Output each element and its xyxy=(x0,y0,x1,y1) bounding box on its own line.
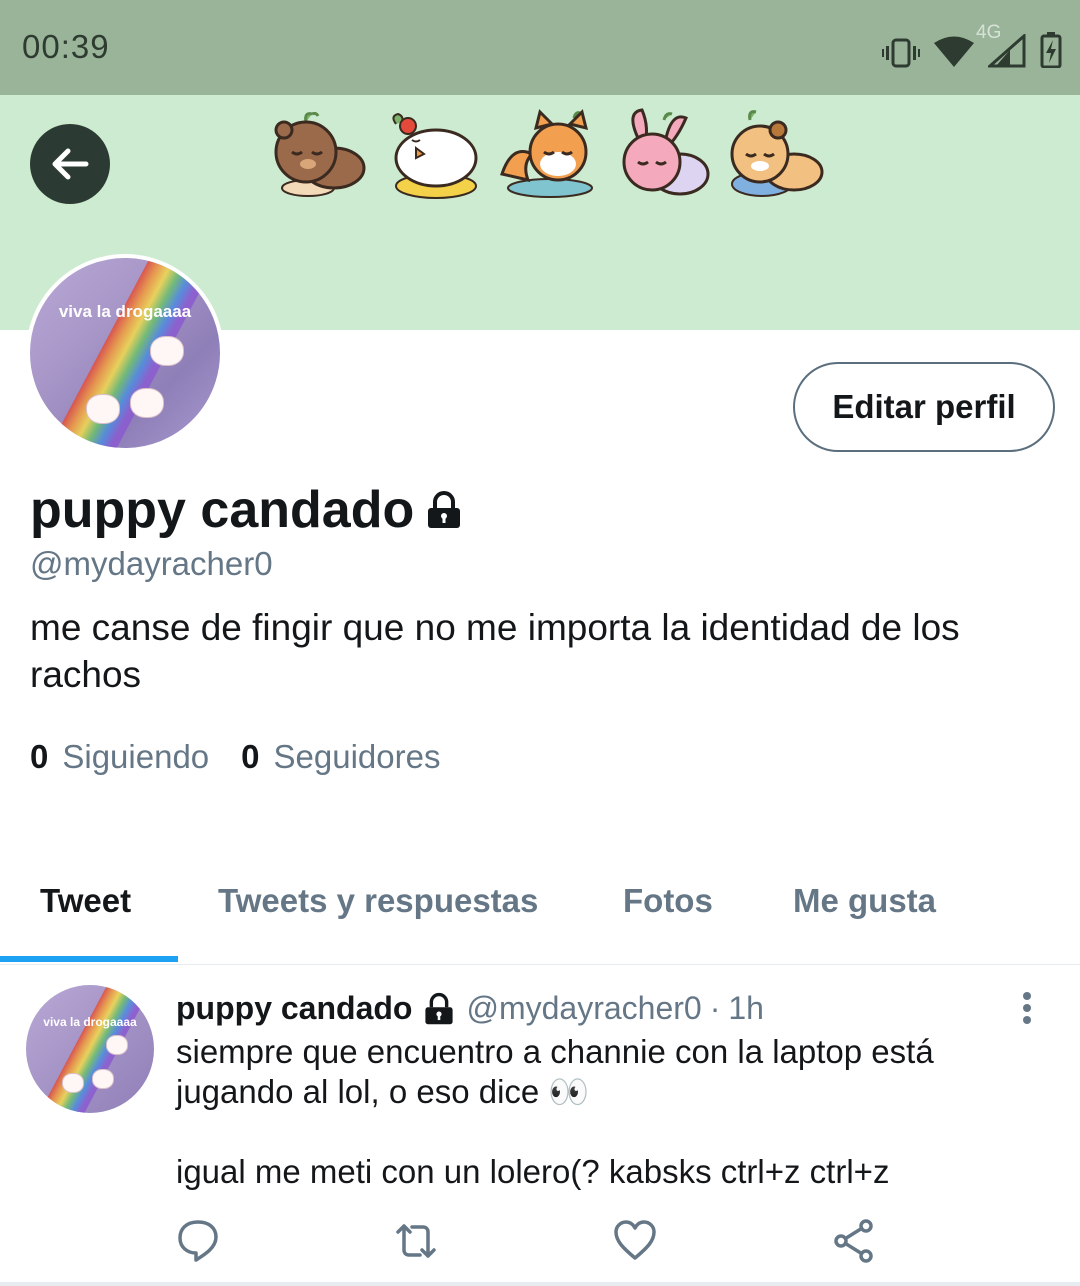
profile-bio: me canse de fingir que no me importa la … xyxy=(30,607,960,695)
sleeping-bear-sticker xyxy=(274,111,366,197)
sleeping-bunny-sticker xyxy=(622,108,710,196)
tweet-avatar[interactable]: viva la drogaaaa xyxy=(26,985,154,1113)
share-icon[interactable] xyxy=(832,1218,876,1264)
following-link[interactable]: 0 Siguiendo xyxy=(30,738,209,776)
followers-label: Seguidores xyxy=(273,738,441,775)
wifi-icon xyxy=(934,36,974,67)
avatar-rainbow xyxy=(26,985,154,1113)
status-bar: 00:39 4G xyxy=(0,0,1080,95)
avatar-kitty xyxy=(62,1073,84,1093)
status-time: 00:39 xyxy=(22,28,110,65)
profile-avatar[interactable]: viva la drogaaaa xyxy=(26,254,224,452)
retweet-icon[interactable] xyxy=(394,1218,438,1264)
avatar-kitty xyxy=(106,1035,128,1055)
edit-profile-button[interactable]: Editar perfil xyxy=(793,362,1055,452)
tweet-text: siempre que encuentro a channie con la l… xyxy=(176,1033,934,1190)
arrow-left-icon xyxy=(52,148,89,180)
banner-stickers xyxy=(268,108,828,200)
avatar-caption: viva la drogaaaa xyxy=(58,302,192,321)
followers-count: 0 xyxy=(241,738,260,775)
tweet-actions xyxy=(0,1218,1080,1268)
status-icons: 4G xyxy=(882,22,1062,68)
tab-tweet[interactable]: Tweet xyxy=(40,882,131,920)
divider xyxy=(0,964,1080,965)
tweet-header: puppy candado @mydayracher0 · 1h xyxy=(176,990,764,1027)
divider xyxy=(0,1282,1080,1286)
tweet-time: 1h xyxy=(728,990,764,1026)
lock-icon xyxy=(425,992,454,1024)
like-icon[interactable] xyxy=(613,1218,657,1264)
lock-icon xyxy=(428,491,461,528)
battery-charging-icon xyxy=(1040,32,1062,68)
back-button[interactable] xyxy=(30,124,110,204)
reply-icon[interactable] xyxy=(176,1218,220,1264)
tweet-separator: · xyxy=(709,990,721,1026)
signal-icon: 4G xyxy=(976,22,1026,68)
tweet-author-handle: @mydayracher0 xyxy=(466,990,702,1026)
more-options-icon[interactable] xyxy=(1012,990,1042,1030)
tweet-author-name[interactable]: puppy candado xyxy=(176,990,412,1027)
avatar-kitty xyxy=(86,394,120,424)
tab-photos[interactable]: Fotos xyxy=(623,882,713,920)
tab-likes[interactable]: Me gusta xyxy=(793,882,936,920)
active-tab-indicator xyxy=(0,956,178,962)
display-name-text: puppy candado xyxy=(30,481,415,539)
avatar-kitty xyxy=(92,1069,114,1089)
profile-tabs: Tweet Tweets y respuestas Fotos Me gusta xyxy=(0,860,1080,964)
avatar-caption: viva la drogaaaa xyxy=(43,1015,137,1029)
avatar-kitty xyxy=(150,336,184,366)
sleeping-chick-sticker xyxy=(392,112,478,199)
follow-stats: 0 Siguiendo 0 Seguidores xyxy=(30,738,440,776)
avatar-rainbow xyxy=(30,258,220,448)
followers-link[interactable]: 0 Seguidores xyxy=(241,738,440,776)
tab-tweets-replies[interactable]: Tweets y respuestas xyxy=(218,882,538,920)
profile-display-name: puppy candado xyxy=(30,480,464,540)
following-count: 0 xyxy=(30,738,49,775)
sleeping-hamster-sticker xyxy=(730,110,824,197)
sleeping-fox-sticker xyxy=(500,109,593,198)
profile-handle: @mydayracher0 xyxy=(30,545,273,582)
following-label: Siguiendo xyxy=(62,738,210,775)
vibrate-icon xyxy=(882,38,920,68)
avatar-kitty xyxy=(130,388,164,418)
